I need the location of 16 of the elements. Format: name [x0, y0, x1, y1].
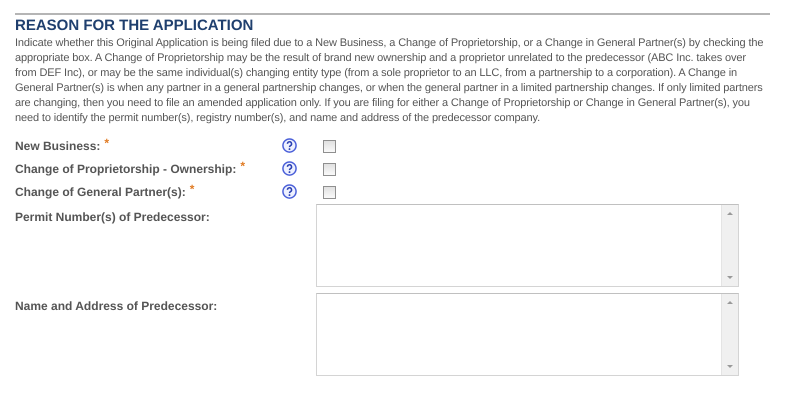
required-mark: *	[190, 181, 194, 197]
help-icon[interactable]	[282, 161, 297, 176]
help-icon[interactable]	[282, 184, 297, 199]
field-label: New Business:	[15, 138, 100, 154]
required-mark: *	[240, 158, 246, 174]
field-label: Change of Proprietorship - Ownership:	[15, 161, 236, 177]
checkbox[interactable]	[323, 140, 336, 153]
checkbox[interactable]	[323, 186, 336, 199]
section-description: Indicate whether this Original Application is being filed due to a New Business, a Change of Proprietorship, or a Change in General Partner(s) by checking the appropriate box. A Change of Proprietorship may be the result of brand new ownership and a proprietor unrelated to the predecessor (ABC Inc. takes over from DEF Inc), or may be the same individual(s) changing entity type (from a sole proprietor to an LLC, from a partnership to a corporation). A Change in General Partner(s) is when any partner in a general partnership changes, or when the general partner in a limited partnership changes. If only limited partners are changing, then you need to file an amended application only. If you are filing for either a Change of Proprietorship or Change in General Partner(s), you need to identify the permit number(s), registry number(s), and name and address of the predecessor company.	[15, 36, 764, 126]
required-mark: *	[104, 135, 110, 151]
field-label: Name and Address of Predecessor:	[15, 298, 218, 314]
help-icon[interactable]	[282, 138, 297, 153]
field-label: Change of General Partner(s):	[15, 184, 186, 200]
section-title: REASON FOR THE APPLICATION	[15, 17, 254, 35]
checkbox[interactable]	[323, 163, 336, 176]
field-label: Permit Number(s) of Predecessor:	[15, 209, 210, 225]
